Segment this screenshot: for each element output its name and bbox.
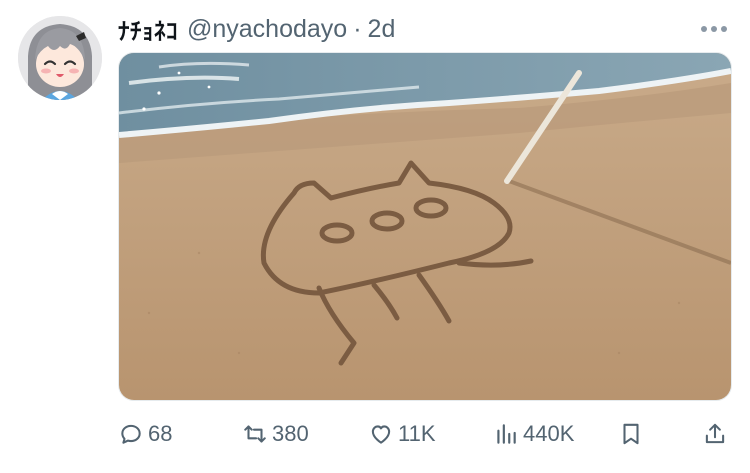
views-icon xyxy=(497,424,516,444)
action-bar: 68 380 11K 440K xyxy=(0,414,750,454)
bookmark-icon xyxy=(623,423,639,445)
more-icon[interactable] xyxy=(700,17,728,41)
reply-icon xyxy=(121,424,141,444)
share-icon xyxy=(705,423,725,444)
retweet-count: 380 xyxy=(272,421,309,446)
views-count: 440K xyxy=(523,421,575,446)
display-name[interactable]: ﾅﾁｮﾈｺ xyxy=(118,12,178,46)
retweet-button[interactable]: 380 xyxy=(242,414,309,454)
tweet-header: ﾅﾁｮﾈｺ @nyachodayo · 2d xyxy=(118,13,730,45)
avatar[interactable] xyxy=(18,16,102,100)
beach-sand-cat-drawing-photo-icon xyxy=(119,53,731,400)
like-icon xyxy=(371,425,391,444)
timestamp[interactable]: 2d xyxy=(368,15,396,44)
like-button[interactable]: 11K xyxy=(368,414,436,454)
tweet: ﾅﾁｮﾈｺ @nyachodayo · 2d 68 380 11K 440K xyxy=(0,0,750,473)
bookmark-button[interactable] xyxy=(618,414,644,454)
views-button[interactable]: 440K xyxy=(493,414,574,454)
tweet-media-photo[interactable] xyxy=(118,52,732,401)
reply-button[interactable]: 68 xyxy=(118,414,172,454)
reply-count: 68 xyxy=(148,421,173,446)
separator-dot: · xyxy=(353,14,362,43)
share-button[interactable] xyxy=(702,414,728,454)
retweet-icon xyxy=(244,425,266,443)
anime-girl-avatar-icon xyxy=(18,16,102,100)
like-count: 11K xyxy=(398,421,436,446)
user-handle[interactable]: @nyachodayo xyxy=(187,15,347,44)
